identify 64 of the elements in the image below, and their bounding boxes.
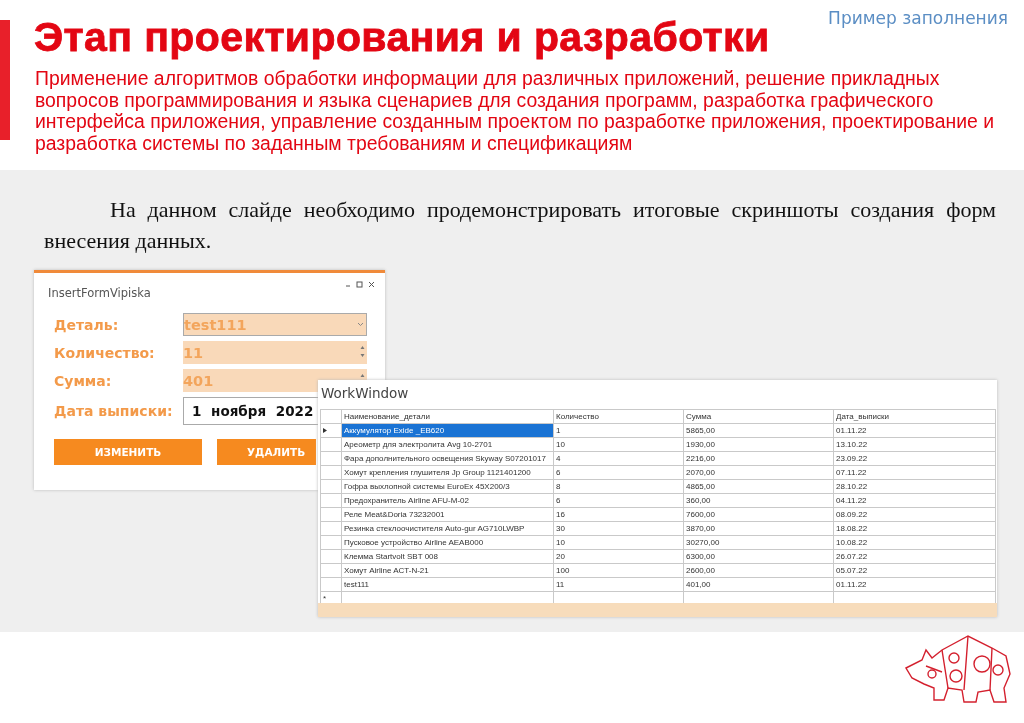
table-cell: 6 <box>553 465 684 480</box>
table-cell: 2216,00 <box>683 451 834 466</box>
table-cell: 360,00 <box>683 493 834 508</box>
table-cell: 01.11.22 <box>833 423 996 438</box>
field-label: Деталь: <box>54 316 120 333</box>
window-controls-icon[interactable] <box>345 281 375 289</box>
table-cell: Резинка стеклоочистителя Auto-gur AG710LWBP <box>341 521 554 536</box>
table-cell: 01.11.22 <box>833 577 996 592</box>
table-cell: 3870,00 <box>683 521 834 536</box>
current-row-icon <box>323 428 327 433</box>
table-cell: Хомут Airline ACT-N-21 <box>341 563 554 578</box>
column-header[interactable]: Дата_выписки <box>833 409 996 424</box>
dropdown-icon[interactable] <box>357 322 364 327</box>
table-cell: 8 <box>553 479 684 494</box>
field-label: Дата выписки: <box>54 403 174 419</box>
table-cell: Гофра выхлопной системы EuroEx 45X200/3 <box>341 479 554 494</box>
table-cell: 401,00 <box>683 577 834 592</box>
table-cell: 04.11.22 <box>833 493 996 508</box>
table-cell: 6 <box>553 493 684 508</box>
table-cell: 100 <box>553 563 684 578</box>
example-label: Пример заполнения <box>828 8 1008 28</box>
table-cell: 10 <box>553 437 684 452</box>
table-cell: Клемма Startvolt SBT 008 <box>341 549 554 564</box>
column-header[interactable]: Наименование_детали <box>341 409 554 424</box>
table-cell: 1930,00 <box>683 437 834 452</box>
body-text: На данном слайде необходимо продемонстрировать итоговые скриншоты создания форм внесения данных. <box>44 196 996 255</box>
table-cell: 10.08.22 <box>833 535 996 550</box>
table-cell: 1 <box>553 423 684 438</box>
table-cell: 28.10.22 <box>833 479 996 494</box>
column-header[interactable]: Сумма <box>683 409 834 424</box>
table-cell: Хомут крепления глушителя Jp Group 1121401200 <box>341 465 554 480</box>
column-header[interactable]: Количество <box>553 409 684 424</box>
table-cell: 18.08.22 <box>833 521 996 536</box>
field-label: Количество: <box>54 344 156 361</box>
slide-title: Этап проектирования и разработки <box>34 14 770 61</box>
table-cell: Ареометр для электролита Avg 10-2701 <box>341 437 554 452</box>
table-cell: 4865,00 <box>683 479 834 494</box>
table-cell: 30270,00 <box>683 535 834 550</box>
table-cell: 16 <box>553 507 684 522</box>
table-cell: 26.07.22 <box>833 549 996 564</box>
table-cell: 4 <box>553 451 684 466</box>
subtitle-text: Применение алгоритмов обработки информации для различных приложений, решение прикладных вопросов программирования и языка сценариев для создания программ, разработка графического интерфейса приложения, управление созданным проектом по разработке приложения, проектирование и разработка системы по заданным требованиям и спецификациям <box>35 68 995 154</box>
window-title: InsertFormVipiska <box>48 286 151 300</box>
table-cell: Реле Meat&Doria 73232001 <box>341 507 554 522</box>
table-cell: Фара дополнительного освещения Skyway S07201017 <box>341 451 554 466</box>
table-cell: 08.09.22 <box>833 507 996 522</box>
table-cell: 11 <box>553 577 684 592</box>
table-cell: 2070,00 <box>683 465 834 480</box>
table-cell: 7600,00 <box>683 507 834 522</box>
table-cell: 20 <box>553 549 684 564</box>
table-cell: 07.11.22 <box>833 465 996 480</box>
table-cell: test111 <box>341 577 554 592</box>
field-label: Сумма: <box>54 372 113 389</box>
spinner-icon[interactable] <box>360 344 365 359</box>
table-cell: 2600,00 <box>683 563 834 578</box>
table-cell: Пусковое устройство Airline AEAB000 <box>341 535 554 550</box>
table-cell: 05.07.22 <box>833 563 996 578</box>
table-cell: 6300,00 <box>683 549 834 564</box>
table-cell: 30 <box>553 521 684 536</box>
table-cell: Предохранитель Airline AFU-M-02 <box>341 493 554 508</box>
table-cell: 23.09.22 <box>833 451 996 466</box>
table-cell: 5865,00 <box>683 423 834 438</box>
table-cell: 13.10.22 <box>833 437 996 452</box>
table-cell: 10 <box>553 535 684 550</box>
